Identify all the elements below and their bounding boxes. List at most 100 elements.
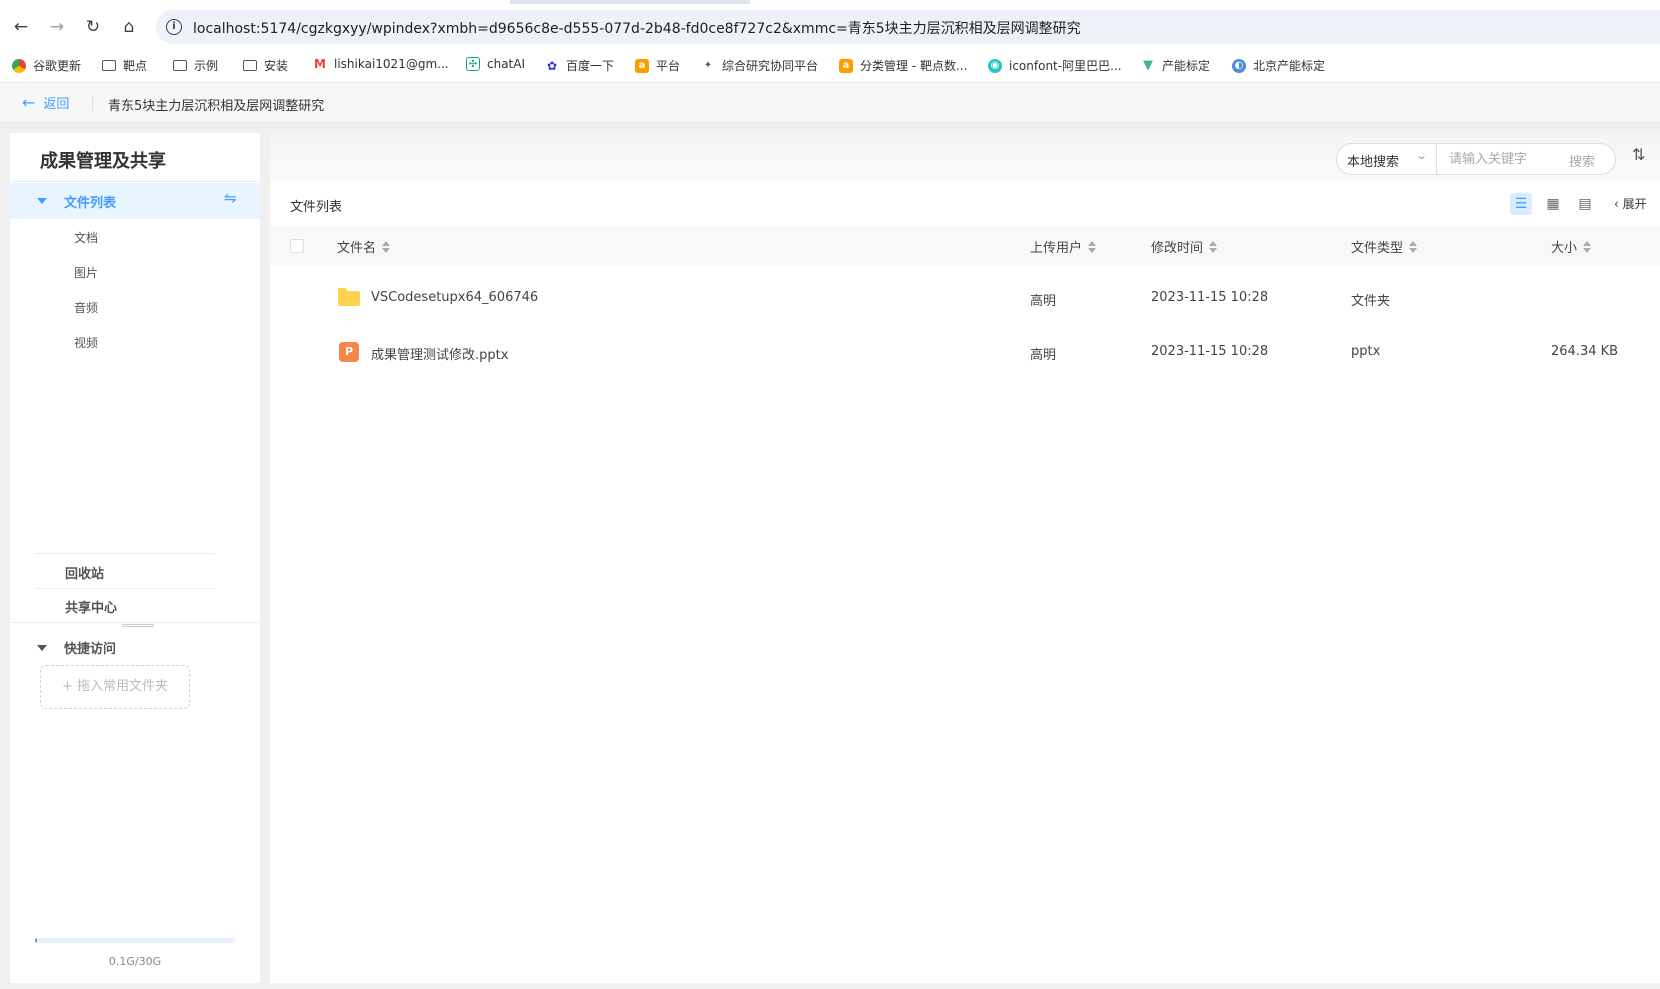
sidebar: 成果管理及共享 文件列表 ⇋ 文档 图片 音频 视频 回收站 共享中心 快捷访问… xyxy=(10,133,260,983)
column-header-user[interactable]: 上传用户 xyxy=(1030,237,1097,256)
arrow-left-icon: ← xyxy=(22,93,36,112)
bookmark-item[interactable]: 靶点 xyxy=(102,57,147,74)
bookmark-item[interactable]: ✿ 百度一下 xyxy=(545,57,614,74)
list-view-icon[interactable]: ☰ xyxy=(1510,193,1532,215)
globe-icon: ◐ xyxy=(1232,58,1246,73)
sidebar-item-documents[interactable]: 文档 xyxy=(74,229,98,246)
home-icon[interactable]: ⌂ xyxy=(116,14,142,40)
vue-icon: ▼ xyxy=(1143,58,1153,73)
sidebar-title: 成果管理及共享 xyxy=(40,151,166,172)
search-input[interactable] xyxy=(1439,145,1559,173)
folder-icon xyxy=(243,60,257,71)
app-icon: a xyxy=(839,58,853,73)
back-arrow-icon[interactable]: ← xyxy=(8,14,34,40)
resize-handle[interactable] xyxy=(122,624,154,627)
column-header-type[interactable]: 文件类型 xyxy=(1351,237,1418,256)
expand-button[interactable]: ‹ 展开 xyxy=(1614,195,1647,212)
file-type: 文件夹 xyxy=(1351,294,1391,309)
column-header-size[interactable]: 大小 xyxy=(1551,237,1592,256)
bookmark-item[interactable]: ◉ iconfont-阿里巴巴... xyxy=(988,57,1122,74)
table-row[interactable]: P 成果管理测试修改.pptx 高明 2023-11-15 10:28 pptx… xyxy=(270,327,1660,379)
site-info-icon[interactable]: i xyxy=(166,19,182,35)
search-group: 本地搜索 ⌄ 搜索 xyxy=(1336,143,1616,175)
storage-progress xyxy=(35,938,235,943)
storage-progress-fill xyxy=(35,938,37,943)
back-label: 返回 xyxy=(43,97,70,112)
divider xyxy=(10,622,260,623)
select-all-checkbox[interactable] xyxy=(290,239,304,253)
sidebar-item-recycle-bin[interactable]: 回收站 xyxy=(65,563,104,582)
back-button[interactable]: ← 返回 xyxy=(22,93,69,112)
column-header-name[interactable]: 文件名 xyxy=(337,237,391,256)
chevron-left-icon: ‹ xyxy=(1614,197,1623,211)
baidu-icon: ✿ xyxy=(546,58,558,73)
project-title: 青东5块主力层沉积相及层网调整研究 xyxy=(108,99,325,114)
caret-down-icon[interactable] xyxy=(37,198,47,204)
divider xyxy=(92,95,93,111)
bookmark-item[interactable]: 示例 xyxy=(173,57,218,74)
modified-time: 2023-11-15 10:28 xyxy=(1151,290,1269,305)
browser-toolbar: ← → ↻ ⌂ i localhost:5174/cgzkgxyy/wpinde… xyxy=(0,4,1660,48)
bookmark-item[interactable]: a 平台 xyxy=(635,57,680,74)
puzzle-icon: ✦ xyxy=(703,60,713,71)
file-type: pptx xyxy=(1351,344,1381,359)
card-view-icon[interactable]: ▤ xyxy=(1574,193,1596,215)
modified-time: 2023-11-15 10:28 xyxy=(1151,344,1269,359)
sidebar-item-share-center[interactable]: 共享中心 xyxy=(65,597,117,616)
table-header: 文件名 上传用户 修改时间 文件类型 大小 xyxy=(270,225,1660,265)
forward-arrow-icon[interactable]: → xyxy=(44,14,70,40)
sort-icon[interactable] xyxy=(1583,240,1592,253)
bookmarks-bar: 谷歌更新 靶点 示例 安装 Mlishikai1021@gm... ✣ chatA… xyxy=(0,48,1660,82)
file-size: 264.34 KB xyxy=(1551,344,1619,359)
iconfont-icon: ◉ xyxy=(988,58,1002,73)
sidebar-item-label: 文件列表 xyxy=(64,196,117,211)
reload-icon[interactable]: ↻ xyxy=(80,14,106,40)
search-bar-area: 本地搜索 ⌄ 搜索 ⇅ xyxy=(270,133,1660,183)
sort-icon[interactable] xyxy=(382,240,391,253)
file-name[interactable]: 成果管理测试修改.pptx xyxy=(371,344,508,363)
bookmark-item[interactable]: ✦ 综合研究协同平台 xyxy=(701,57,818,74)
bookmark-item[interactable]: ✣ chatAI xyxy=(466,57,525,71)
sidebar-item-images[interactable]: 图片 xyxy=(74,264,98,281)
search-button[interactable]: 搜索 xyxy=(1569,151,1595,170)
bookmark-item[interactable]: ◐ 北京产能标定 xyxy=(1232,57,1325,74)
gmail-icon: M xyxy=(314,57,326,71)
switch-icon[interactable]: ⇋ xyxy=(224,189,237,207)
bookmark-item[interactable]: 谷歌更新 xyxy=(12,57,81,74)
sidebar-item-video[interactable]: 视频 xyxy=(74,334,98,351)
folder-icon xyxy=(173,60,187,71)
sort-toggle-icon[interactable]: ⇅ xyxy=(1632,145,1645,164)
sidebar-item-file-list[interactable]: 文件列表 ⇋ xyxy=(10,183,260,219)
pptx-icon: P xyxy=(339,342,359,362)
chrome-icon xyxy=(12,58,26,73)
address-bar[interactable]: i localhost:5174/cgzkgxyy/wpindex?xmbh=d… xyxy=(156,10,1660,44)
address-url[interactable]: localhost:5174/cgzkgxyy/wpindex?xmbh=d96… xyxy=(193,18,1081,38)
sort-icon[interactable] xyxy=(1088,240,1097,253)
upload-user: 高明 xyxy=(1030,294,1057,309)
app-header: ← 返回 青东5块主力层沉积相及层网调整研究 xyxy=(0,82,1660,123)
bookmark-item[interactable]: a 分类管理 - 靶点数... xyxy=(839,57,967,74)
divider xyxy=(10,181,260,182)
chatgpt-icon: ✣ xyxy=(466,57,480,71)
panel-title: 文件列表 xyxy=(290,200,343,215)
sidebar-item-quick-access[interactable]: 快捷访问 xyxy=(64,638,116,657)
file-list-panel: 文件列表 ☰ ▦ ▤ ‹ 展开 文件名 上传用户 修改时间 文件类型 大小 VS… xyxy=(270,183,1660,983)
grid-view-icon[interactable]: ▦ xyxy=(1542,193,1564,215)
bookmark-item[interactable]: 安装 xyxy=(243,57,288,74)
file-name[interactable]: VSCodesetupx64_606746 xyxy=(371,290,538,305)
divider xyxy=(35,588,215,589)
sidebar-item-audio[interactable]: 音频 xyxy=(74,299,98,316)
sort-icon[interactable] xyxy=(1409,240,1418,253)
bookmark-item[interactable]: ▼ 产能标定 xyxy=(1141,57,1210,74)
divider xyxy=(35,553,215,554)
bookmark-item[interactable]: Mlishikai1021@gm... xyxy=(313,57,449,71)
caret-down-icon[interactable] xyxy=(37,645,47,651)
upload-user: 高明 xyxy=(1030,348,1057,363)
app-icon: a xyxy=(635,58,649,73)
search-scope-select[interactable]: 本地搜索 ⌄ xyxy=(1337,144,1437,174)
drop-zone[interactable]: + 拖入常用文件夹 xyxy=(40,665,190,709)
folder-icon xyxy=(338,288,360,306)
sort-icon[interactable] xyxy=(1209,240,1218,253)
column-header-modified[interactable]: 修改时间 xyxy=(1151,237,1218,256)
table-row[interactable]: VSCodesetupx64_606746 高明 2023-11-15 10:2… xyxy=(270,273,1660,325)
